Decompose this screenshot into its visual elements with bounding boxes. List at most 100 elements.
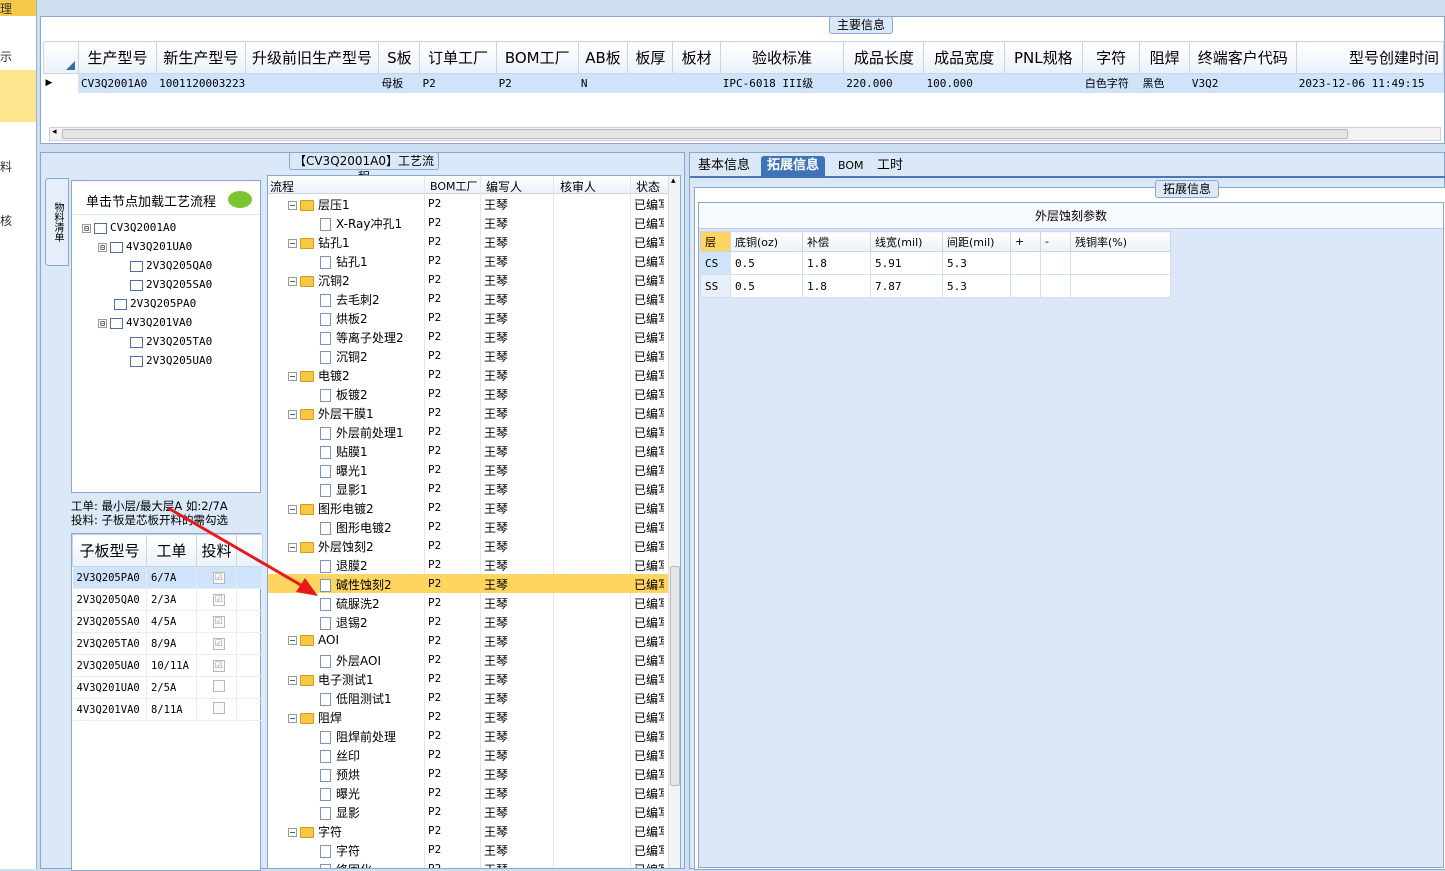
col-header[interactable]: 终端客户代码 [1188, 41, 1297, 74]
horizontal-scrollbar[interactable]: ◂ [49, 127, 1441, 141]
table-cell[interactable]: 0.5 [730, 251, 803, 275]
table-cell[interactable]: 10011200032237 [156, 73, 246, 93]
tree-node[interactable]: 2V3Q205SA0 [130, 278, 212, 291]
col-header[interactable]: 阻焊 [1139, 41, 1190, 74]
table-cell[interactable]: 5.3 [942, 251, 1011, 275]
col-header[interactable]: 型号创建时间 [1295, 41, 1445, 74]
col-header[interactable]: 成品长度 [843, 41, 925, 74]
process-step-row[interactable]: 曝光1 P2 王琴 已编写 [268, 460, 668, 479]
table-cell[interactable] [1070, 274, 1171, 298]
table-cell[interactable] [1040, 251, 1071, 275]
collapse-icon[interactable]: − [288, 201, 297, 210]
col-header[interactable]: 投料 [196, 534, 237, 567]
process-step-row[interactable]: 显影 P2 王琴 已编写 [268, 802, 668, 821]
col-header[interactable]: 成品宽度 [923, 41, 1005, 74]
process-step-row[interactable]: 阻焊前处理 P2 王琴 已编写 [268, 726, 668, 745]
tree-node[interactable]: ⊟ 4V3Q201UA0 [98, 240, 192, 253]
subboard-order[interactable]: 4/5A [146, 610, 197, 633]
collapse-icon[interactable]: − [288, 410, 297, 419]
process-step-row[interactable]: 预烘 P2 王琴 已编写 [268, 764, 668, 783]
process-step-row[interactable]: 去毛刺2 P2 王琴 已编写 [268, 289, 668, 308]
process-step-row[interactable]: 字符 P2 王琴 已编写 [268, 840, 668, 859]
process-step-row[interactable]: 终固化 P2 王琴 已编写 [268, 859, 668, 868]
col-header[interactable]: S板 [378, 41, 421, 74]
process-step-row[interactable]: 退锡2 P2 王琴 已编写 [268, 612, 668, 631]
tree-node[interactable]: 2V3Q205TA0 [130, 335, 212, 348]
table-cell[interactable]: P2 [496, 73, 579, 93]
nav-item-2[interactable]: 料 [0, 158, 36, 175]
collapse-icon[interactable]: − [288, 543, 297, 552]
table-cell[interactable]: 100.000 [923, 73, 1005, 93]
table-row[interactable]: 2V3Q205UA0 10/11A ☑ [72, 654, 263, 677]
feed-checkbox[interactable]: ☑ [212, 660, 225, 672]
side-tab-materials[interactable]: 物料清单 [45, 178, 69, 266]
col-header[interactable]: 升级前旧生产型号 [244, 41, 380, 74]
collapse-icon[interactable]: − [288, 239, 297, 248]
process-step-row[interactable]: − 字符 P2 王琴 已编写 [268, 821, 668, 840]
table-cell[interactable]: CV3Q2001A0 [78, 73, 158, 93]
row-indicator-header[interactable] [43, 41, 79, 74]
vertical-scrollbar[interactable]: ▴ [668, 176, 680, 868]
process-step-row[interactable]: 钻孔1 P2 王琴 已编写 [268, 251, 668, 270]
process-step-row[interactable]: 板镀2 P2 王琴 已编写 [268, 384, 668, 403]
collapse-icon[interactable]: − [288, 505, 297, 514]
table-cell[interactable] [1040, 274, 1071, 298]
feed-checkbox[interactable]: ☑ [212, 594, 225, 606]
process-step-row[interactable]: 低阻测试1 P2 王琴 已编写 [268, 688, 668, 707]
process-step-row[interactable]: 显影1 P2 王琴 已编写 [268, 479, 668, 498]
tree-node[interactable]: 2V3Q205QA0 [130, 259, 212, 272]
process-step-row[interactable]: 烘板2 P2 王琴 已编写 [268, 308, 668, 327]
col-header[interactable]: 核审人 [560, 178, 596, 195]
collapse-icon[interactable]: − [288, 676, 297, 685]
collapse-icon[interactable]: − [288, 714, 297, 723]
feed-checkbox-cell[interactable]: ☑ [196, 632, 237, 655]
table-cell[interactable]: N [578, 73, 629, 93]
col-header[interactable]: 补偿 [802, 231, 871, 252]
table-cell[interactable] [672, 73, 721, 93]
table-cell[interactable] [627, 73, 674, 93]
col-header[interactable]: BOM工厂 [495, 41, 579, 74]
feed-checkbox[interactable]: ☑ [212, 638, 225, 650]
collapse-icon[interactable]: ⊟ [98, 318, 107, 328]
process-step-row[interactable]: 等离子处理2 P2 王琴 已编写 [268, 327, 668, 346]
table-cell[interactable]: 5.3 [942, 274, 1011, 298]
subboard-model[interactable]: 2V3Q205SA0 [72, 610, 147, 633]
scroll-left-icon[interactable]: ◂ [52, 127, 57, 137]
layer-cell[interactable]: CS [700, 251, 731, 275]
table-cell[interactable] [1010, 274, 1041, 298]
table-row[interactable]: 2V3Q205QA0 2/3A ☑ [72, 588, 263, 611]
table-row[interactable]: SS 0.5 1.8 7.87 5.3 [700, 274, 1171, 298]
process-step-row[interactable]: 外层前处理1 P2 王琴 已编写 [268, 422, 668, 441]
table-cell[interactable]: IPC-6018 III级 [720, 73, 845, 93]
feed-checkbox[interactable] [212, 680, 225, 692]
table-cell[interactable] [1004, 73, 1083, 93]
process-step-row[interactable]: 贴膜1 P2 王琴 已编写 [268, 441, 668, 460]
collapse-icon[interactable]: − [288, 636, 297, 645]
process-step-row[interactable]: 碱性蚀刻2 P2 王琴 已编写 [268, 574, 668, 593]
table-row[interactable]: 2V3Q205TA0 8/9A ☑ [72, 632, 263, 655]
process-step-row[interactable]: 曝光 P2 王琴 已编写 [268, 783, 668, 802]
table-cell[interactable]: 2023-12-06 11:49:15 [1296, 73, 1445, 93]
feed-checkbox-cell[interactable] [196, 698, 237, 721]
process-step-row[interactable]: 硫脲洗2 P2 王琴 已编写 [268, 593, 668, 612]
table-cell[interactable]: 白色字符 [1082, 73, 1141, 93]
process-step-row[interactable]: X-Ray冲孔1 P2 王琴 已编写 [268, 213, 668, 232]
subboard-order[interactable]: 10/11A [146, 654, 197, 677]
feed-checkbox-cell[interactable]: ☑ [196, 654, 237, 677]
process-step-row[interactable]: − AOI P2 王琴 已编写 [268, 631, 668, 650]
process-step-row[interactable]: 退膜2 P2 王琴 已编写 [268, 555, 668, 574]
collapse-icon[interactable]: − [288, 372, 297, 381]
feed-checkbox-cell[interactable]: ☑ [196, 588, 237, 611]
subboard-model[interactable]: 2V3Q205UA0 [72, 654, 147, 677]
col-header[interactable]: 订单工厂 [419, 41, 497, 74]
process-step-row[interactable]: − 层压1 P2 王琴 已编写 [268, 194, 668, 213]
tab-basic-info[interactable]: 基本信息 [692, 156, 756, 178]
process-step-row[interactable]: − 图形电镀2 P2 王琴 已编写 [268, 498, 668, 517]
process-step-row[interactable]: 图形电镀2 P2 王琴 已编写 [268, 517, 668, 536]
col-header[interactable]: + [1010, 231, 1041, 252]
tree-node[interactable]: 2V3Q205UA0 [130, 354, 212, 367]
table-cell[interactable]: 黑色 [1139, 73, 1190, 93]
nav-item-active[interactable] [0, 70, 36, 122]
col-header[interactable]: 状态 [636, 178, 660, 195]
process-step-row[interactable]: − 阻焊 P2 王琴 已编写 [268, 707, 668, 726]
